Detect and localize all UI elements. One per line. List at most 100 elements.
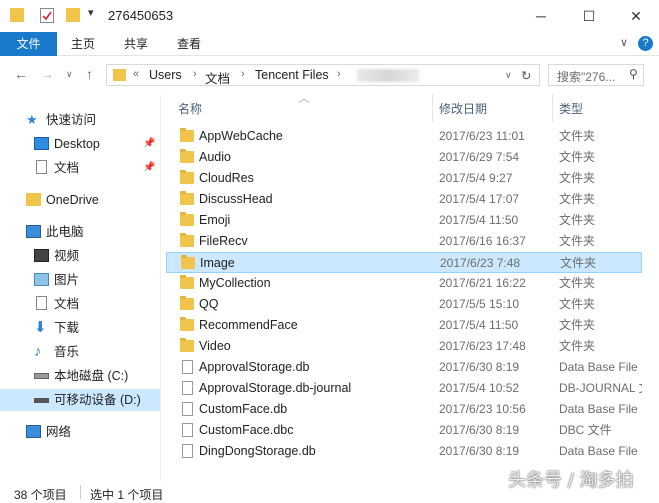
file-type: 文件夹 [559,339,596,353]
back-arrow-icon[interactable]: ← [14,66,28,82]
breadcrumb-tencent-files[interactable]: Tencent Files [255,68,329,82]
tab-share[interactable]: 共享 [110,32,162,56]
chevron-right-icon[interactable]: › [193,68,197,80]
chevron-right-icon[interactable]: › [241,68,245,80]
file-type: 文件夹 [559,297,596,311]
file-row[interactable]: AppWebCache 2017/6/23 11:01 文件夹 [166,126,642,147]
sidebar-item-videos[interactable]: 视频 [0,245,160,267]
file-type: 文件夹 [559,129,596,143]
pin-icon[interactable]: 📌 [143,133,155,155]
column-header-name[interactable]: 名称 [178,100,202,117]
folder-icon [26,193,41,206]
sidebar-item-desktop[interactable]: Desktop 📌 [0,133,160,155]
file-row[interactable]: DingDongStorage.db 2017/6/30 8:19 Data Bas… [166,441,642,462]
file-row[interactable]: DiscussHead 2017/5/4 17:07 文件夹 [166,189,642,210]
column-divider[interactable] [552,94,553,122]
properties-icon[interactable] [40,8,54,23]
file-type: 文件夹 [559,213,596,227]
minimize-button[interactable]: ─ [518,0,564,32]
breadcrumb-overflow[interactable]: « [133,68,139,80]
chevron-right-icon[interactable]: › [337,68,341,80]
watermark-text: 头条号 / 淘多拍 [508,470,634,491]
file-row[interactable]: MyCollection 2017/6/21 16:22 文件夹 [166,273,642,294]
breadcrumb-documents[interactable]: 文档 [205,68,230,87]
refresh-icon[interactable]: ↻ [521,68,531,83]
tab-home[interactable]: 主页 [57,32,109,56]
maximize-button[interactable]: ☐ [566,0,612,32]
file-name: FileRecv [199,234,248,248]
file-date: 2017/6/23 10:56 [439,402,526,416]
file-row[interactable]: ApprovalStorage.db-journal 2017/5/4 10:52… [166,378,642,399]
folder-icon [180,233,194,247]
forward-arrow-icon[interactable]: → [40,66,54,82]
title-bar: ▾ 276450653 ─ ☐ ✕ [0,0,659,32]
close-button[interactable]: ✕ [613,0,659,32]
file-row[interactable]: QQ 2017/5/5 15:10 文件夹 [166,294,642,315]
search-icon[interactable]: ⚲ [629,67,638,81]
file-row[interactable]: RecommendFace 2017/5/4 11:50 文件夹 [166,315,642,336]
file-row[interactable]: Image 2017/6/23 7:48 文件夹 [166,252,642,273]
navigation-bar: ← → ∨ ↑ « Users › 文档 › Tencent Files › ∨… [0,56,659,94]
file-name: AppWebCache [199,129,283,143]
column-header-row: ︿ 名称 修改日期 类型 [166,94,646,122]
address-bar[interactable]: « Users › 文档 › Tencent Files › ∨ ↻ [106,64,540,86]
up-arrow-icon[interactable]: ↑ [86,66,93,82]
address-dropdown-icon[interactable]: ∨ [505,70,512,81]
sidebar-item-onedrive[interactable]: OneDrive [0,189,160,211]
new-folder-icon[interactable] [66,8,80,22]
recent-locations-icon[interactable]: ∨ [66,69,73,80]
help-icon[interactable]: ? [638,36,653,51]
pin-icon[interactable]: 📌 [143,157,155,179]
file-type: Data Base File [559,444,638,458]
tab-file[interactable]: 文件 [0,32,57,56]
sidebar-item-quick-access[interactable]: ★ 快速访问 [0,109,160,131]
folder-icon [113,69,126,81]
file-row[interactable]: ApprovalStorage.db 2017/6/30 8:19 Data Bas… [166,357,642,378]
database-file-icon [182,444,193,458]
file-name: ApprovalStorage.db [199,360,310,374]
file-date: 2017/6/16 16:37 [439,234,526,248]
sidebar-item-pictures[interactable]: 图片 [0,269,160,291]
file-type: Data Base File [559,360,638,374]
sidebar-item-music[interactable]: ♪ 音乐 [0,341,160,363]
folder-icon [180,149,194,163]
folder-icon [180,338,194,352]
ribbon-tabs: 文件 主页 共享 查看 ∨ ? [0,32,659,56]
file-name: CustomFace.dbc [199,423,294,437]
sidebar-item-local-disk-c[interactable]: 本地磁盘 (C:) [0,365,160,387]
tab-view[interactable]: 查看 [163,32,215,56]
sidebar-item-documents[interactable]: 文档 📌 [0,157,160,179]
sidebar-item-removable-d[interactable]: 可移动设备 (D:) [0,389,160,411]
breadcrumb-users[interactable]: Users [149,68,182,82]
divider [80,485,81,499]
picture-icon [34,273,49,286]
folder-icon [180,191,194,205]
file-type: 文件夹 [559,234,596,248]
column-divider[interactable] [432,94,433,122]
file-type: 文件夹 [559,318,596,332]
file-row[interactable]: Emoji 2017/5/4 11:50 文件夹 [166,210,642,231]
file-date: 2017/6/29 7:54 [439,150,520,164]
usb-drive-icon [34,398,49,403]
pane-divider[interactable] [160,94,161,482]
sidebar-item-downloads[interactable]: ⬇ 下载 [0,317,160,339]
column-header-date[interactable]: 修改日期 [439,100,487,117]
sidebar-item-network[interactable]: 网络 [0,421,160,443]
file-date: 2017/6/30 8:19 [439,444,520,458]
customize-quick-access-icon[interactable]: ▾ [88,6,94,19]
expand-ribbon-icon[interactable]: ∨ [620,36,628,49]
drive-icon [34,373,49,379]
file-row[interactable]: Audio 2017/6/29 7:54 文件夹 [166,147,642,168]
search-input[interactable]: 搜索"276... ⚲ [548,64,644,86]
column-header-type[interactable]: 类型 [559,100,583,117]
file-row[interactable]: FileRecv 2017/6/16 16:37 文件夹 [166,231,642,252]
file-row[interactable]: CustomFace.dbc 2017/6/30 8:19 DBC 文件 [166,420,642,441]
file-name: ApprovalStorage.db-journal [199,381,352,395]
star-icon: ★ [26,112,38,127]
file-row[interactable]: CustomFace.db 2017/6/23 10:56 Data Base Fi… [166,399,642,420]
sidebar-item-pc-documents[interactable]: 文档 [0,293,160,315]
sidebar-item-this-pc[interactable]: 此电脑 [0,221,160,243]
file-name: Emoji [199,213,231,227]
file-row[interactable]: Video 2017/6/23 17:48 文件夹 [166,336,642,357]
file-row[interactable]: CloudRes 2017/5/4 9:27 文件夹 [166,168,642,189]
